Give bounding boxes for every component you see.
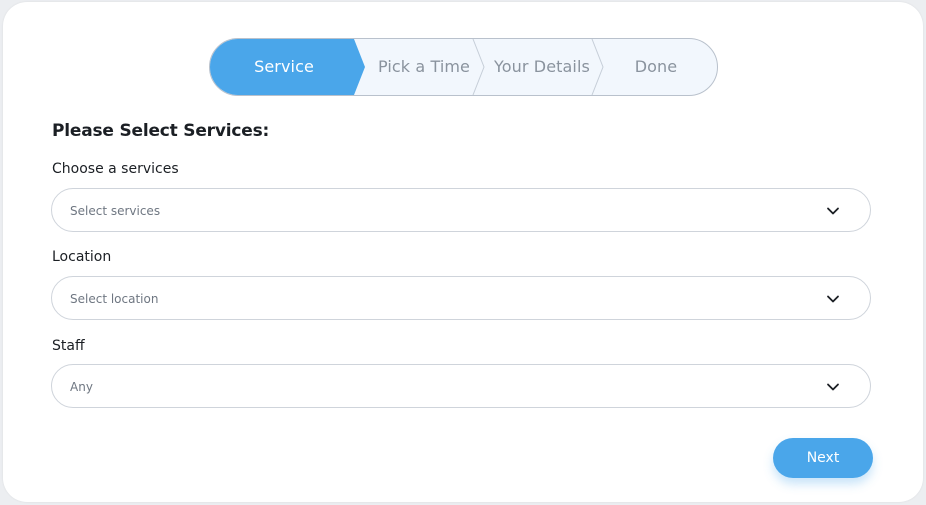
chevron-down-icon bbox=[827, 383, 839, 391]
step-service[interactable]: Service bbox=[210, 39, 358, 95]
services-label: Choose a services bbox=[52, 161, 179, 177]
location-label: Location bbox=[52, 249, 112, 265]
progress-stepper: Service Pick a Time Your Details Done bbox=[209, 38, 718, 96]
services-placeholder: Select services bbox=[70, 204, 161, 218]
step-pick-a-time[interactable]: Pick a Time bbox=[368, 39, 480, 95]
location-placeholder: Select location bbox=[70, 292, 159, 306]
next-button[interactable]: Next bbox=[773, 438, 873, 478]
booking-card: Service Pick a Time Your Details Done Pl… bbox=[3, 2, 923, 502]
services-select[interactable]: Select services bbox=[51, 188, 871, 232]
chevron-down-icon bbox=[827, 207, 839, 215]
chevron-down-icon bbox=[827, 295, 839, 303]
form-heading: Please Select Services: bbox=[52, 121, 270, 141]
step-your-details[interactable]: Your Details bbox=[486, 39, 598, 95]
staff-select[interactable]: Any bbox=[51, 364, 871, 408]
staff-value: Any bbox=[70, 380, 93, 394]
location-select[interactable]: Select location bbox=[51, 276, 871, 320]
staff-label: Staff bbox=[52, 338, 85, 354]
step-done[interactable]: Done bbox=[606, 39, 706, 95]
